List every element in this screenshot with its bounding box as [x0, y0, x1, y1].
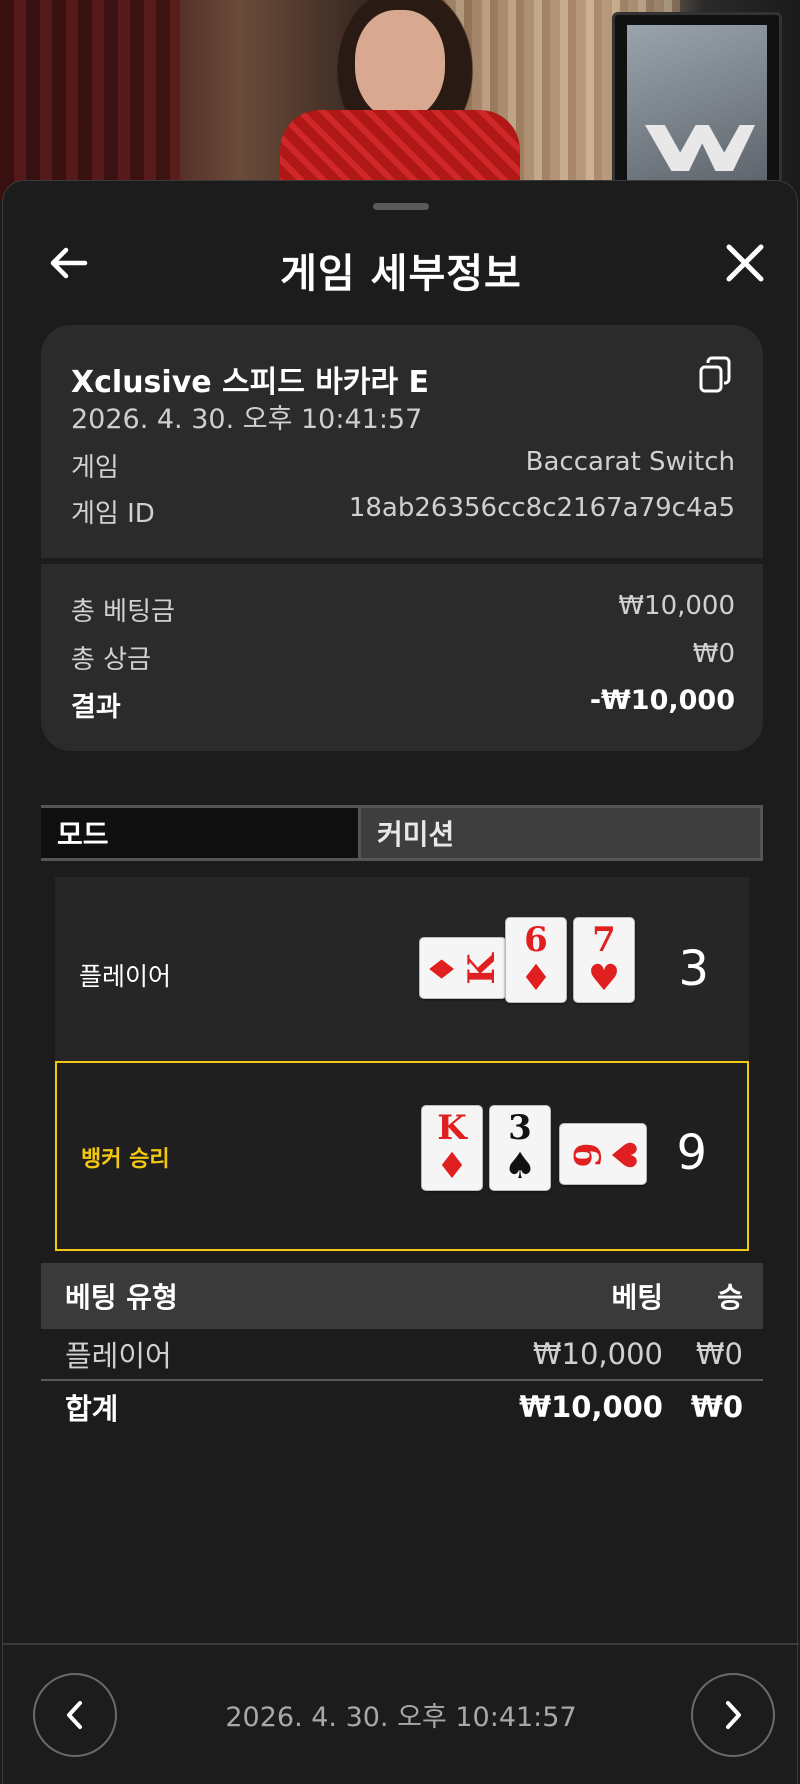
- mode-tabs: 모드 커미션: [41, 805, 763, 861]
- sheet-drag-handle[interactable]: [373, 203, 429, 210]
- table-total-row: 합계 ₩10,000 ₩0: [41, 1381, 763, 1433]
- card-face: ♦ K: [423, 952, 503, 985]
- bet-amount-cell: ₩10,000: [532, 1337, 663, 1371]
- curtain-background: [0, 0, 180, 200]
- total-win-cell: ₩0: [690, 1390, 743, 1424]
- total-bet-label: 총 베팅금: [71, 597, 175, 627]
- footer-datetime: 2026. 4. 30. 오후 10:41:57: [225, 1702, 577, 1733]
- playing-card: 3 ♠: [489, 1105, 551, 1191]
- result-label: 결과: [71, 692, 121, 723]
- result-value: -₩10,000: [589, 685, 735, 716]
- win-amount-cell: ₩0: [695, 1337, 743, 1371]
- footer-divider: [3, 1643, 799, 1645]
- next-round-button[interactable]: [691, 1673, 775, 1757]
- playing-card: 6 ♦: [505, 917, 567, 1003]
- card-rank: 3: [508, 1108, 532, 1148]
- game-value: Baccarat Switch: [525, 447, 735, 477]
- column-header-win: 승: [717, 1281, 743, 1314]
- total-type-cell: 합계: [65, 1392, 119, 1426]
- game-summary-card: Xclusive 스피드 바카라 E 2026. 4. 30. 오후 10:41…: [41, 325, 763, 751]
- total-bet-cell: ₩10,000: [519, 1390, 663, 1424]
- card-suit: ♥: [587, 958, 621, 999]
- card-rank: K: [437, 1108, 467, 1148]
- game-datetime: 2026. 4. 30. 오후 10:41:57: [71, 404, 423, 435]
- card-rank: K: [461, 952, 503, 985]
- chevron-right-icon: [726, 1701, 741, 1729]
- player-outcome-row: 플레이어 ♦ K 6 ♦ 7 ♥ 3: [55, 877, 749, 1061]
- game-id-row: 게임 ID 18ab26356cc8c2167a79c4a5: [71, 493, 735, 530]
- game-row: 게임 Baccarat Switch: [71, 447, 735, 484]
- tab-mode[interactable]: 모드: [41, 805, 361, 861]
- banker-outcome-row: 뱅커 승리 K ♦ 3 ♠ 6 ♥ 9: [55, 1061, 749, 1251]
- dealer-face: [355, 10, 445, 120]
- total-win-label: 총 상금: [71, 645, 152, 675]
- playing-card: 6 ♥: [559, 1123, 647, 1185]
- total-bet-value: ₩10,000: [618, 591, 735, 621]
- playing-card: K ♦: [421, 1105, 483, 1191]
- result-row: 결과 -₩10,000: [71, 685, 735, 724]
- tab-commission[interactable]: 커미션: [361, 805, 763, 861]
- total-win-row: 총 상금 ₩0: [71, 639, 735, 676]
- monitor-screen: [627, 25, 767, 197]
- card-rank: 6: [524, 920, 548, 960]
- copy-icon: [699, 356, 731, 393]
- sheet-header: 게임 세부정보: [3, 227, 799, 299]
- player-label: 플레이어: [79, 962, 172, 991]
- player-score: 3: [678, 941, 709, 997]
- bet-table: 베팅 유형 베팅 승 플레이어 ₩10,000 ₩0 합계 ₩10,000 ₩0: [41, 1263, 763, 1433]
- card-suit: ♦: [519, 958, 553, 999]
- total-bet-row: 총 베팅금 ₩10,000: [71, 591, 735, 628]
- copy-button[interactable]: [697, 355, 733, 395]
- playing-card: 7 ♥: [573, 917, 635, 1003]
- card-suit: ♦: [423, 954, 463, 984]
- card-face: 6 ♥: [565, 1140, 643, 1170]
- table-row: 플레이어 ₩10,000 ₩0: [41, 1329, 763, 1381]
- bet-type-cell: 플레이어: [65, 1339, 172, 1373]
- card-rank: 6: [565, 1142, 607, 1167]
- card-suit: ♦: [435, 1146, 469, 1187]
- table-header: 베팅 유형 베팅 승: [41, 1263, 763, 1329]
- card-rank: 7: [592, 920, 616, 960]
- page-title: 게임 세부정보: [280, 251, 522, 297]
- game-details-sheet: 게임 세부정보 Xclusive 스피드 바카라 E 2026. 4. 30. …: [2, 180, 799, 1784]
- total-win-value: ₩0: [692, 639, 735, 669]
- studio-monitor: [612, 12, 782, 200]
- banker-win-label: 뱅커 승리: [81, 1147, 170, 1172]
- game-id-value: 18ab26356cc8c2167a79c4a5: [348, 493, 735, 523]
- game-info-section: Xclusive 스피드 바카라 E 2026. 4. 30. 오후 10:41…: [41, 325, 763, 558]
- banker-score: 9: [676, 1125, 707, 1181]
- live-video-feed: [0, 0, 800, 200]
- close-icon: [726, 244, 764, 282]
- game-label: 게임: [71, 453, 119, 483]
- card-suit: ♠: [503, 1146, 537, 1187]
- game-id-label: 게임 ID: [71, 499, 155, 529]
- card-suit: ♥: [603, 1140, 643, 1170]
- column-header-bet: 베팅: [611, 1281, 663, 1314]
- section-divider: [41, 558, 763, 564]
- game-name: Xclusive 스피드 바카라 E: [71, 365, 430, 400]
- column-header-type: 베팅 유형: [65, 1281, 178, 1314]
- close-button[interactable]: [721, 239, 769, 287]
- playing-card: ♦ K: [419, 937, 507, 999]
